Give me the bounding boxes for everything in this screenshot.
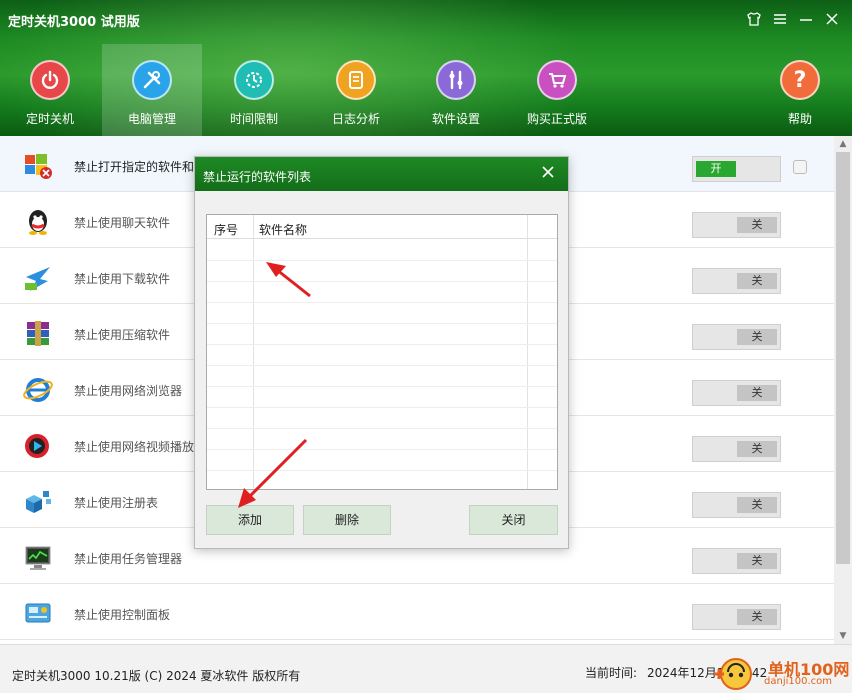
timer-icon	[234, 60, 274, 100]
close-button[interactable]: 关闭	[469, 505, 558, 535]
row-divider	[207, 323, 557, 324]
feature-label: 禁止使用网络视频播放	[74, 440, 195, 454]
feature-toggle[interactable]: 关	[692, 436, 781, 462]
nav-item-time-limit[interactable]: 时间限制	[204, 44, 304, 136]
list-scrollbar[interactable]: ▲ ▼	[834, 136, 852, 644]
toggle-state: 关	[737, 273, 777, 289]
shirt-icon[interactable]	[744, 8, 764, 30]
nav-label: 电脑管理	[127, 112, 176, 126]
current-time-label: 当前时间:	[585, 666, 638, 680]
title-bar: 定时关机3000 试用版 定时关机 电脑管理 时间限制 日志分析 软件设置 购买…	[0, 0, 852, 136]
row-divider	[207, 470, 557, 471]
copyright-text: 定时关机3000 10.21版 (C) 2024 夏冰软件 版权所有	[12, 669, 301, 683]
power-icon	[30, 60, 70, 100]
toggle-state: 关	[737, 329, 777, 345]
tools-icon	[132, 60, 172, 100]
nav-label: 时间限制	[229, 112, 278, 126]
list-item[interactable]: 禁止使用控制面板 关	[0, 584, 834, 640]
feature-toggle[interactable]: 关	[692, 380, 781, 406]
feature-toggle[interactable]: 关	[692, 268, 781, 294]
column-header-name: 软件名称	[259, 223, 308, 237]
row-divider	[207, 428, 557, 429]
feature-toggle[interactable]: 关	[692, 492, 781, 518]
close-icon[interactable]	[538, 164, 558, 184]
blocked-software-dialog: 禁止运行的软件列表 序号 软件名称 添加 删除 关闭	[194, 156, 569, 549]
row-divider	[207, 281, 557, 282]
feature-label: 禁止使用控制面板	[74, 608, 171, 622]
add-button[interactable]: 添加	[206, 505, 294, 535]
video-player-icon	[22, 431, 54, 461]
watermark-url: danji100.com	[764, 676, 832, 687]
nav-label: 定时关机	[25, 112, 74, 126]
toggle-state: 关	[737, 217, 777, 233]
wrench-icon	[436, 60, 476, 100]
scroll-down-icon[interactable]: ▼	[834, 628, 852, 644]
window-controls	[744, 8, 842, 30]
settings-icon[interactable]	[793, 160, 807, 174]
row-divider	[207, 386, 557, 387]
feature-label: 禁止使用网络浏览器	[74, 384, 183, 398]
control-panel-icon	[22, 599, 54, 629]
feature-label: 禁止使用任务管理器	[74, 552, 183, 566]
scroll-up-icon[interactable]: ▲	[834, 136, 852, 152]
feature-toggle[interactable]: 关	[692, 548, 781, 574]
nav-item-help[interactable]: ? 帮助	[750, 44, 850, 136]
log-icon	[336, 60, 376, 100]
feature-label: 禁止使用注册表	[74, 496, 159, 510]
toggle-state: 关	[737, 553, 777, 569]
feature-label: 禁止使用下载软件	[74, 272, 171, 286]
toggle-state: 关	[737, 385, 777, 401]
qq-icon	[22, 207, 54, 237]
toggle-state: 关	[737, 497, 777, 513]
feature-toggle[interactable]: 关	[692, 212, 781, 238]
cart-icon	[537, 60, 577, 100]
registry-icon	[22, 487, 54, 517]
feature-label: 禁止打开指定的软件和	[74, 160, 195, 174]
feature-label: 禁止使用压缩软件	[74, 328, 171, 342]
delete-button[interactable]: 删除	[303, 505, 391, 535]
toggle-state: 开	[696, 161, 736, 177]
column-header-index: 序号	[214, 223, 239, 237]
nav-item-log-analysis[interactable]: 日志分析	[306, 44, 406, 136]
help-icon: ?	[780, 60, 820, 100]
minimize-icon[interactable]	[796, 8, 816, 30]
nav-item-software-settings[interactable]: 软件设置	[406, 44, 506, 136]
task-manager-icon	[22, 543, 54, 573]
row-divider	[207, 365, 557, 366]
watermark-logo: 单机100网 danji100.com	[702, 652, 852, 693]
ie-browser-icon	[22, 375, 54, 405]
row-divider	[207, 302, 557, 303]
dialog-title: 禁止运行的软件列表	[203, 170, 312, 184]
dialog-titlebar: 禁止运行的软件列表	[195, 157, 568, 191]
nav-label: 购买正式版	[526, 112, 587, 126]
toggle-state: 关	[737, 441, 777, 457]
row-divider	[207, 260, 557, 261]
feature-toggle[interactable]: 关	[692, 604, 781, 630]
row-divider	[207, 449, 557, 450]
winrar-icon	[22, 319, 54, 349]
windows-block-icon	[22, 151, 54, 181]
row-divider	[207, 407, 557, 408]
nav-item-buy[interactable]: 购买正式版	[507, 44, 607, 136]
table-header: 序号 软件名称	[207, 215, 557, 239]
software-table[interactable]: 序号 软件名称	[206, 214, 558, 490]
row-divider	[207, 344, 557, 345]
nav-label: 软件设置	[431, 112, 480, 126]
nav-item-shutdown[interactable]: 定时关机	[0, 44, 100, 136]
nav-label: 日志分析	[331, 112, 380, 126]
menu-icon[interactable]	[770, 8, 790, 30]
main-nav: 定时关机 电脑管理 时间限制 日志分析 软件设置 购买正式版 ? 帮助	[0, 44, 852, 136]
nav-item-pc-management[interactable]: 电脑管理	[102, 44, 202, 136]
thunder-download-icon	[22, 263, 54, 293]
close-icon[interactable]	[822, 8, 842, 30]
toggle-state: 关	[737, 609, 777, 625]
feature-label: 禁止使用聊天软件	[74, 216, 171, 230]
app-title: 定时关机3000 试用版	[8, 15, 140, 30]
feature-toggle[interactable]: 关	[692, 324, 781, 350]
feature-toggle[interactable]: 开	[692, 156, 781, 182]
scroll-thumb[interactable]	[836, 152, 850, 564]
nav-label: 帮助	[787, 112, 812, 126]
